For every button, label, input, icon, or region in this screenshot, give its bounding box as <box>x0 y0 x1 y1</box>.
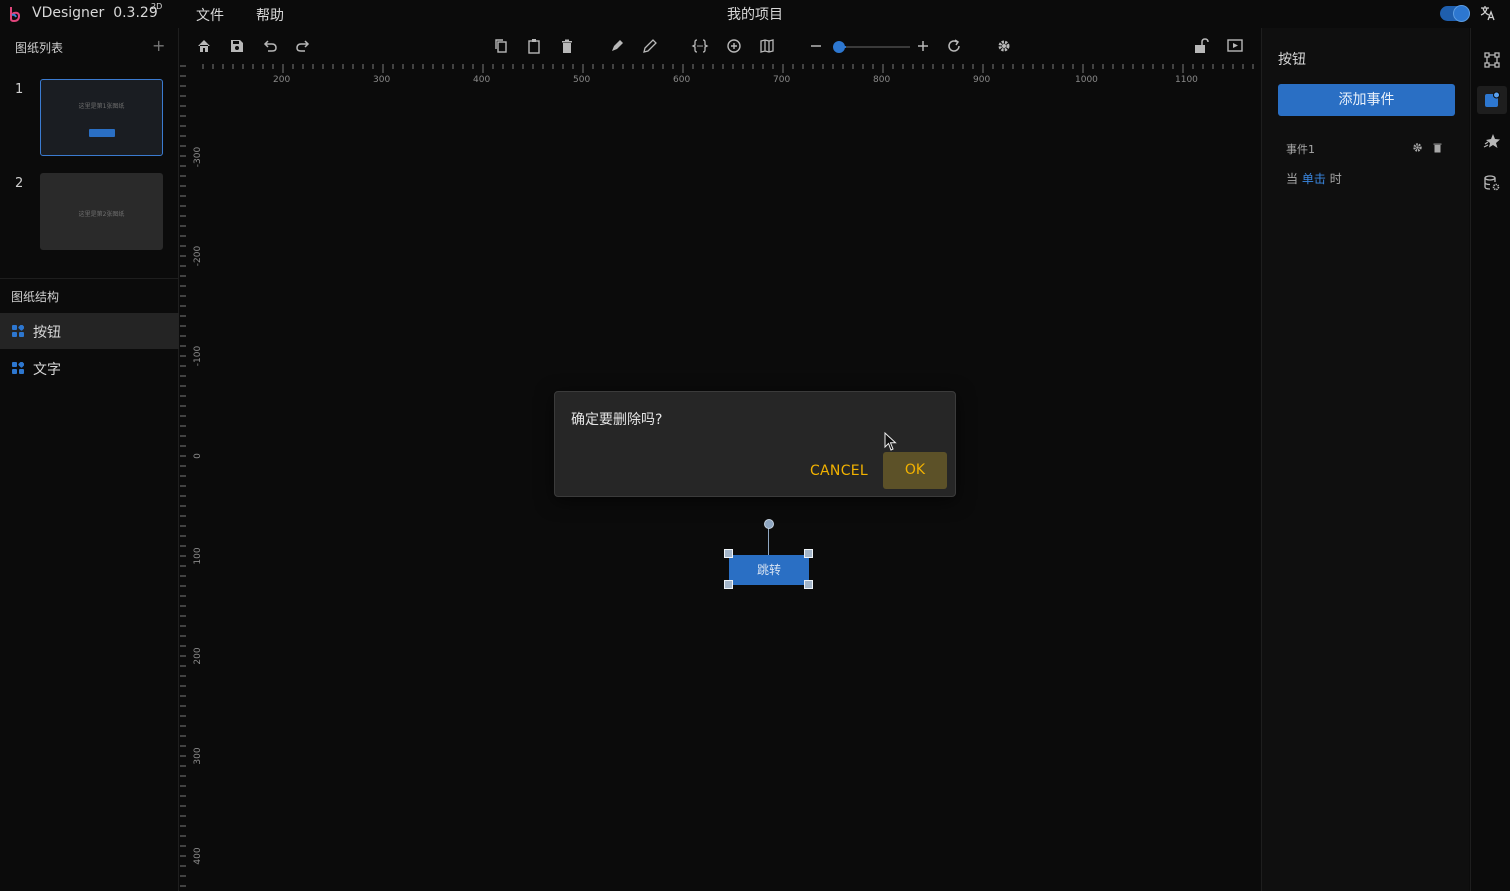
animation-icon[interactable] <box>1483 132 1501 150</box>
paste-icon[interactable] <box>525 37 543 55</box>
ruler-label: 1100 <box>1175 75 1198 85</box>
add-sheet-button[interactable]: + <box>152 36 165 55</box>
right-rail <box>1470 28 1510 891</box>
sheet-thumbnail-button <box>89 129 115 137</box>
menu-help[interactable]: 帮助 <box>256 5 284 25</box>
ruler-label: 100 <box>193 547 202 564</box>
theme-toggle[interactable] <box>1440 5 1470 22</box>
sheet-thumbnail-2[interactable]: 这里是第2张图纸 <box>40 173 163 250</box>
ruler-label: 300 <box>193 747 202 764</box>
sheet-number: 2 <box>15 176 24 191</box>
ruler-label: 700 <box>773 75 790 85</box>
ruler-label: 400 <box>473 75 490 85</box>
sheet-thumbnail-caption: 这里是第2张图纸 <box>78 211 125 218</box>
code-icon[interactable] <box>691 37 709 55</box>
trigger-prefix: 当 <box>1286 172 1299 186</box>
ruler-label: 1000 <box>1075 75 1098 85</box>
component-icon <box>12 325 24 337</box>
zoom-plus-icon[interactable] <box>914 37 932 55</box>
ruler-label: 0 <box>193 453 202 459</box>
dialog-message: 确定要删除吗? <box>571 412 663 428</box>
toolbar <box>180 28 1260 64</box>
ruler-label: -100 <box>193 346 202 367</box>
ruler-label: 300 <box>373 75 390 85</box>
sheet-thumbnail-caption: 这里是第1张图纸 <box>78 103 125 110</box>
canvas-button-element[interactable]: 跳转 <box>729 555 809 585</box>
translate-icon[interactable] <box>1480 5 1496 21</box>
sheet-number: 1 <box>15 82 24 97</box>
redo-icon[interactable] <box>294 37 312 55</box>
event-settings-icon[interactable] <box>1412 142 1423 153</box>
title-bar: VDesigner 0.3.29 2D 文件 帮助 我的项目 <box>0 0 1510 28</box>
panel-title: 按钮 <box>1278 52 1306 68</box>
zoom-slider-thumb[interactable] <box>833 41 845 53</box>
component-icon <box>12 362 24 374</box>
menu-file[interactable]: 文件 <box>196 5 224 25</box>
tree-item-button[interactable]: 按钮 <box>0 313 179 349</box>
sheet-list-title: 图纸列表 <box>15 41 64 55</box>
resize-handle-top-right[interactable] <box>804 549 813 558</box>
structure-title: 图纸结构 <box>11 290 60 304</box>
tree-item-label: 按钮 <box>33 325 61 341</box>
ruler-label: 200 <box>273 75 290 85</box>
event-icon[interactable] <box>1483 91 1501 109</box>
resize-handle-top-left[interactable] <box>724 549 733 558</box>
app-logo-icon <box>10 7 21 22</box>
rotation-line <box>768 528 769 555</box>
ruler-label: 800 <box>873 75 890 85</box>
event-trigger: 当 单击 时 <box>1286 170 1342 187</box>
undo-icon[interactable] <box>261 37 279 55</box>
unlock-icon[interactable] <box>1192 37 1210 55</box>
trigger-suffix: 时 <box>1329 172 1342 186</box>
tree-item-text[interactable]: 文字 <box>0 350 179 386</box>
reset-icon[interactable] <box>945 37 963 55</box>
properties-panel: 按钮 添加事件 事件1 当 单击 时 <box>1261 28 1469 891</box>
rotate-handle[interactable] <box>764 519 774 529</box>
ruler-label: 500 <box>573 75 590 85</box>
add-event-button[interactable]: 添加事件 <box>1278 84 1455 116</box>
confirm-delete-dialog: 确定要删除吗? CANCEL OK <box>554 391 956 497</box>
pen-icon[interactable] <box>608 37 626 55</box>
resize-handle-bottom-right[interactable] <box>804 580 813 589</box>
layout-icon[interactable] <box>1483 51 1501 69</box>
pencil-icon[interactable] <box>641 37 659 55</box>
ruler-horizontal: 020030040050060070080090010001100 <box>180 64 1260 86</box>
ruler-label: -200 <box>193 246 202 267</box>
resize-handle-bottom-left[interactable] <box>724 580 733 589</box>
project-title: 我的项目 <box>727 7 783 23</box>
settings-icon[interactable] <box>995 37 1013 55</box>
cancel-button[interactable]: CANCEL <box>805 453 873 489</box>
save-icon[interactable] <box>228 37 246 55</box>
ok-button[interactable]: OK <box>883 452 947 489</box>
app-mode-badge: 2D <box>151 2 163 11</box>
event-name: 事件1 <box>1286 143 1315 156</box>
zoom-out-icon[interactable] <box>807 37 825 55</box>
ruler-vertical: -300 -200 -100 0 100 200 300 400 <box>180 64 202 889</box>
left-panel: 图纸列表 + 1 这里是第1张图纸 2 这里是第2张图纸 图纸结构 按钮 文字 <box>0 28 179 891</box>
trigger-type-link[interactable]: 单击 <box>1302 172 1326 186</box>
ruler-label: 600 <box>673 75 690 85</box>
zoom-slider-track[interactable] <box>838 46 910 48</box>
moon-icon <box>1453 5 1470 22</box>
ruler-label: 400 <box>193 847 202 864</box>
ruler-label: 200 <box>193 647 202 664</box>
app-name: VDesigner 0.3.29 <box>32 5 158 21</box>
zoom-in-icon[interactable] <box>725 37 743 55</box>
app-window: VDesigner 0.3.29 2D 文件 帮助 我的项目 图纸列表 + 1 … <box>0 0 1510 891</box>
delete-icon[interactable] <box>558 37 576 55</box>
copy-icon[interactable] <box>492 37 510 55</box>
tree-item-label: 文字 <box>33 362 61 378</box>
map-icon[interactable] <box>758 37 776 55</box>
ruler-label: 900 <box>973 75 990 85</box>
panel-divider <box>0 278 179 279</box>
ruler-label: -300 <box>193 147 202 168</box>
event-delete-icon[interactable] <box>1432 142 1443 153</box>
home-icon[interactable] <box>195 37 213 55</box>
preview-icon[interactable] <box>1226 37 1244 55</box>
data-settings-icon[interactable] <box>1483 174 1501 192</box>
sheet-thumbnail-1[interactable]: 这里是第1张图纸 <box>40 79 163 156</box>
